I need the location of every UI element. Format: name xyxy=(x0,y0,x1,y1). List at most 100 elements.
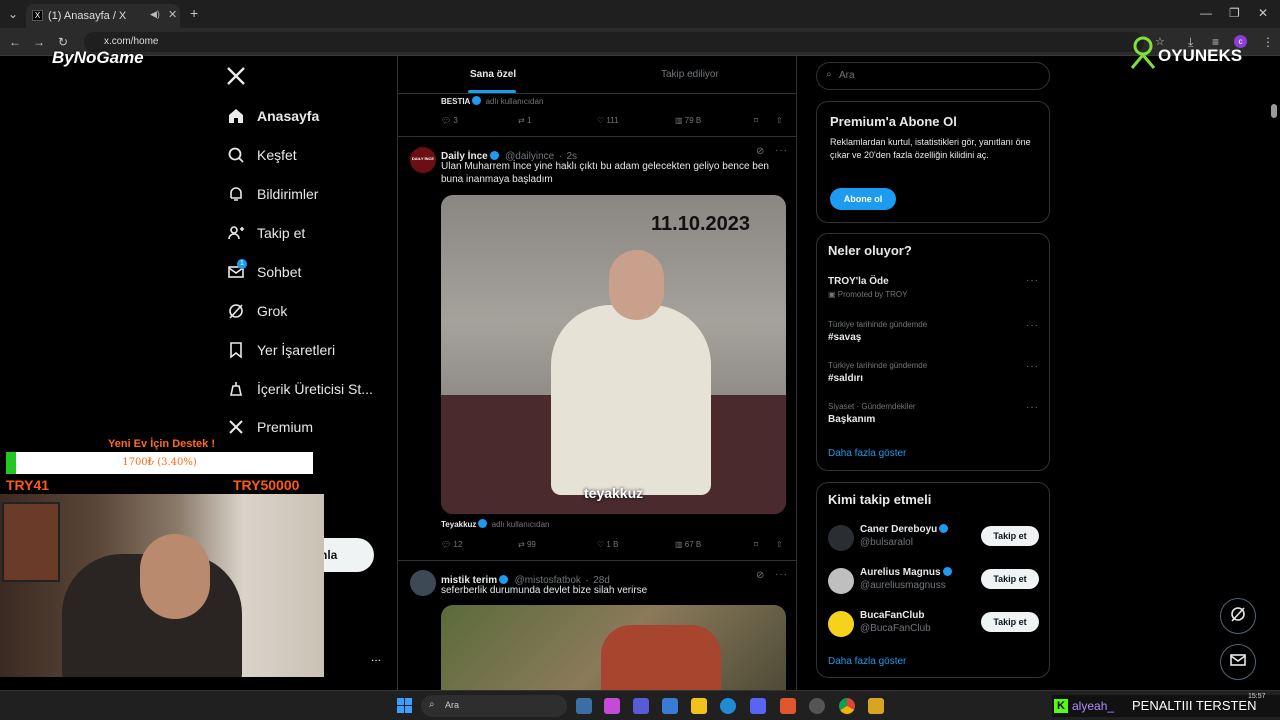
views-button[interactable]: ▥ 67 B xyxy=(675,540,701,549)
nav-label: Grok xyxy=(257,303,288,319)
store-icon[interactable] xyxy=(662,698,678,714)
source-name[interactable]: Teyakkuz xyxy=(441,520,476,529)
window-close-icon[interactable]: ✕ xyxy=(1258,6,1268,20)
more-icon[interactable]: ··· xyxy=(775,569,788,580)
audio-icon[interactable]: ◀︎) xyxy=(150,9,160,20)
chrome-icon[interactable] xyxy=(839,698,855,714)
tab-following[interactable]: Takip ediliyor xyxy=(661,69,719,80)
source-name[interactable]: BESTIA xyxy=(441,97,470,106)
trend-item[interactable]: TROY'la Öde ▣ Promoted by TROY xyxy=(828,276,907,299)
follow-button[interactable]: Takip et xyxy=(981,526,1039,546)
microphone-app-icon[interactable] xyxy=(780,698,796,714)
file-explorer-icon[interactable] xyxy=(691,698,707,714)
forward-icon[interactable]: → xyxy=(33,35,45,49)
grok-explain-icon[interactable]: ⊘ xyxy=(756,570,764,581)
minimize-icon[interactable]: — xyxy=(1200,6,1212,20)
reply-button[interactable]: 💬︎ 3 xyxy=(441,116,458,125)
grok-explain-icon[interactable]: ⊘ xyxy=(756,146,764,157)
tab-for-you[interactable]: Sana özel xyxy=(470,69,516,80)
bookmark-icon[interactable]: ⌑ xyxy=(754,540,758,549)
avatar[interactable] xyxy=(410,570,436,596)
more-icon[interactable]: ··· xyxy=(1026,320,1039,331)
menu-icon[interactable]: ⋮ xyxy=(1262,35,1274,49)
nav-bookmarks[interactable]: Yer İşaretleri xyxy=(226,334,335,366)
follow-button[interactable]: Takip et xyxy=(981,569,1039,589)
tweet-video[interactable]: 11.10.2023 teyakkuz xyxy=(441,195,786,514)
nav-creator-studio[interactable]: İçerik Üreticisi St... xyxy=(226,373,373,405)
follow-user[interactable]: Aurelius Magnus @aureliusmagnuss xyxy=(860,567,954,591)
nav-notifications[interactable]: Bildirimler xyxy=(226,178,318,210)
person xyxy=(601,625,721,690)
avatar[interactable] xyxy=(828,568,854,594)
avatar[interactable] xyxy=(828,611,854,637)
avatar[interactable] xyxy=(828,525,854,551)
trend-item[interactable]: Siyaset · Gündemdekiler Başkanım xyxy=(828,402,916,425)
avatar[interactable]: DAILY İNCE xyxy=(410,147,436,173)
browser-tab[interactable]: X (1) Anasayfa / X ◀︎) ✕ xyxy=(26,4,180,28)
edge-icon[interactable] xyxy=(720,698,736,714)
trend-item[interactable]: Türkiye tarihinde gündemde #savaş xyxy=(828,320,927,343)
copilot-icon[interactable] xyxy=(604,698,620,714)
obs-icon[interactable] xyxy=(809,698,825,714)
share-icon[interactable]: ⇧ xyxy=(776,116,783,125)
new-tab-icon[interactable]: + xyxy=(190,6,198,20)
more-icon[interactable]: ··· xyxy=(1026,402,1039,413)
nav-grok[interactable]: Grok xyxy=(226,295,287,327)
reload-icon[interactable]: ↻ xyxy=(58,35,68,49)
maximize-icon[interactable]: ❐ xyxy=(1229,6,1240,20)
discord-icon[interactable] xyxy=(750,698,766,714)
back-icon[interactable]: ← xyxy=(9,35,21,49)
bookmark-icon[interactable]: ⌑ xyxy=(754,116,758,125)
nav-label: Anasayfa xyxy=(257,108,320,124)
x-logo-icon[interactable] xyxy=(226,66,248,88)
notification-badge: 1 xyxy=(237,259,247,269)
tweet-actions: 💬︎ 12 ⇄ 99 ♡ 1 B ▥ 67 B ⌑ ⇧ xyxy=(441,539,787,553)
follow-show-more[interactable]: Daha fazla göster xyxy=(828,656,906,667)
taskbar-search-label: Ara xyxy=(445,700,460,710)
user-name: Aurelius Magnus xyxy=(860,567,941,578)
subscribe-button[interactable]: Abone ol xyxy=(830,188,896,210)
tweet-image[interactable] xyxy=(441,605,786,690)
follow-user[interactable]: BucaFanClub @BucaFanClub xyxy=(860,610,931,634)
more-icon[interactable]: ··· xyxy=(775,145,788,156)
more-icon[interactable]: ··· xyxy=(1026,361,1039,372)
oyuneks-mascot-icon xyxy=(1128,36,1158,70)
retweet-source: Teyakkuz adlı kullanıcıdan xyxy=(441,519,550,529)
views-button[interactable]: ▥ 79 B xyxy=(675,116,701,125)
reply-button[interactable]: 💬︎ 12 xyxy=(441,540,462,549)
nav-home[interactable]: Anasayfa xyxy=(226,100,319,132)
windows-start-icon[interactable] xyxy=(397,698,412,713)
trend-item[interactable]: Türkiye tarihinde gündemde #saldırı xyxy=(828,361,927,384)
taskbar-search[interactable]: ⌕ Ara xyxy=(421,695,567,717)
like-button[interactable]: ♡ 1 B xyxy=(597,540,618,549)
tweet-actions: 💬︎ 3 ⇄ 1 ♡ 111 ▥ 79 B ⌑ ⇧ xyxy=(441,115,787,129)
task-view-icon[interactable] xyxy=(576,698,592,714)
teams-icon[interactable] xyxy=(633,698,649,714)
url-field[interactable]: x.com/home xyxy=(84,32,1144,52)
trends-show-more[interactable]: Daha fazla göster xyxy=(828,448,906,459)
more-icon[interactable]: ··· xyxy=(1026,275,1039,286)
nav-premium[interactable]: Premium xyxy=(226,411,313,443)
verified-icon xyxy=(489,151,499,160)
trend-context: Türkiye tarihinde gündemde xyxy=(828,361,928,370)
app-icon[interactable] xyxy=(868,698,884,714)
nav-explore[interactable]: Keşfet xyxy=(226,139,297,171)
tab-list-icon[interactable]: ⌄ xyxy=(8,7,18,21)
like-button[interactable]: ♡ 111 xyxy=(597,116,619,125)
retweet-button[interactable]: ⇄ 99 xyxy=(518,540,536,549)
grok-floating-button[interactable] xyxy=(1220,598,1256,634)
retweet-button[interactable]: ⇄ 1 xyxy=(518,116,531,125)
follow-user[interactable]: Caner Dereboyu @bulsaralol xyxy=(860,524,950,548)
nav-label: Bildirimler xyxy=(257,186,319,202)
follow-button[interactable]: Takip et xyxy=(981,612,1039,632)
video-date: 11.10.2023 xyxy=(651,213,750,235)
messages-floating-button[interactable] xyxy=(1220,644,1256,680)
search-input[interactable]: ⌕ Ara xyxy=(816,62,1050,90)
share-icon[interactable]: ⇧ xyxy=(776,540,783,549)
account-more-icon[interactable]: ... xyxy=(371,650,381,664)
nav-follow[interactable]: Takip et xyxy=(226,217,305,249)
page-scrollbar[interactable] xyxy=(1271,104,1277,118)
verified-icon xyxy=(499,575,509,584)
close-tab-icon[interactable]: ✕ xyxy=(168,8,177,21)
nav-chat[interactable]: 1 Sohbet xyxy=(226,256,301,288)
